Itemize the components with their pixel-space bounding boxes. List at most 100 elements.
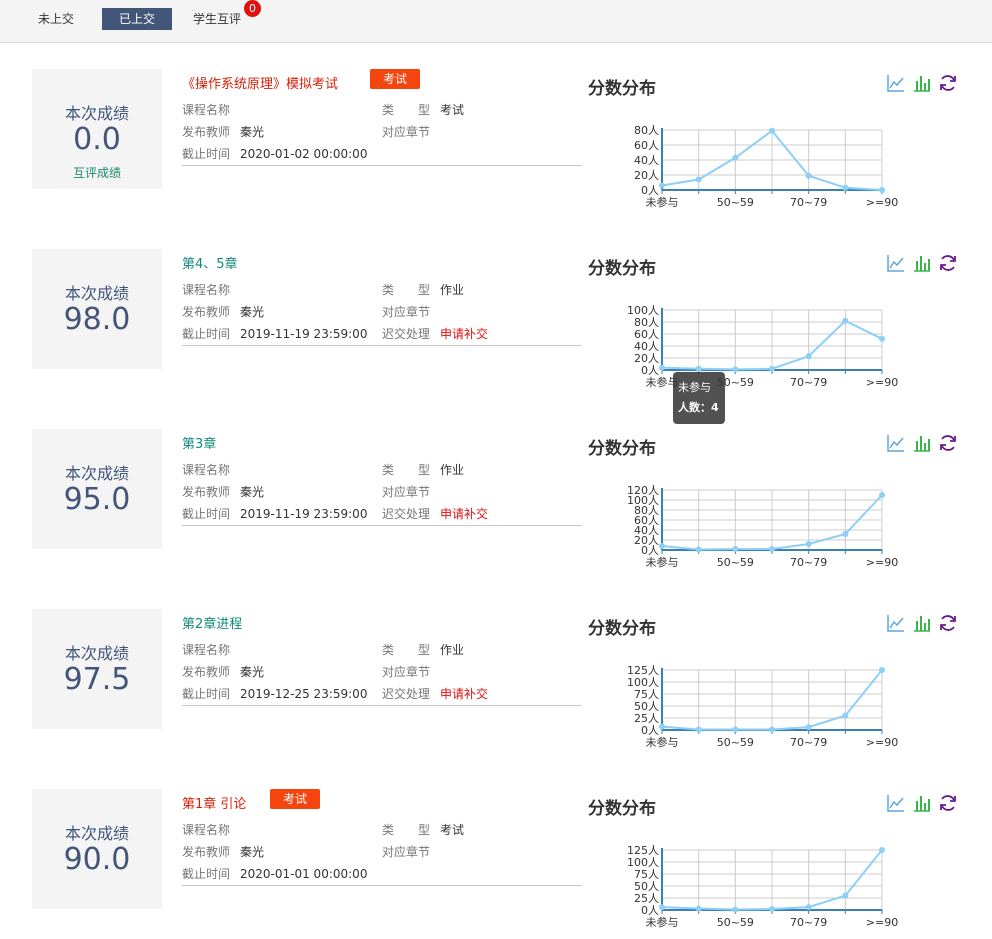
peer-score-link[interactable]: 互评成绩 — [32, 164, 162, 181]
bar-chart-icon[interactable] — [912, 613, 932, 633]
data-point — [842, 712, 849, 719]
field-label: 发布教师 — [182, 125, 231, 139]
y-tick-label: 20人 — [634, 352, 659, 365]
bar-chart-icon[interactable] — [912, 433, 932, 453]
x-tick-label: 未参与 — [646, 555, 679, 569]
field-label: 课程名称 — [182, 643, 231, 657]
score-box: 本次成绩 0.0 互评成绩 — [32, 69, 162, 189]
data-point — [695, 546, 702, 553]
x-tick-label: 70~79 — [790, 376, 827, 389]
data-point — [659, 364, 665, 371]
data-point — [805, 353, 812, 360]
score-distribution-chart[interactable]: 0人20人40人60人80人100人120人未参与 50~59 70~79 >=90 — [600, 479, 910, 574]
bar-chart-icon[interactable] — [912, 793, 932, 813]
chart-toolbar — [886, 613, 962, 635]
line-chart-icon[interactable] — [886, 433, 906, 453]
field-label: 类 型 — [382, 103, 431, 117]
x-tick-label: >=90 — [866, 916, 898, 929]
chart-toolbar — [886, 793, 962, 815]
assignment-card: 本次成绩 98.0 第4、5章 课程名称 类 型作业 发布教师 秦光 对应章节 截止时间 2019… — [0, 249, 992, 399]
info-row: 发布教师 秦光 对应章节 — [182, 124, 582, 140]
score-label: 本次成绩 — [64, 464, 129, 483]
tab-submitted[interactable]: 已上交 — [102, 8, 172, 30]
field-label: 截止时间 — [182, 687, 231, 701]
tab-peer-review[interactable]: 学生互评 — [193, 8, 241, 30]
line-chart-icon[interactable] — [886, 613, 906, 633]
field-value: 考试 — [440, 103, 465, 117]
info-row: 课程名称 类 型作业 — [182, 642, 582, 658]
score-label: 本次成绩 — [64, 284, 129, 303]
data-point — [732, 546, 739, 552]
bar-chart-icon[interactable] — [912, 73, 932, 93]
info-row: 发布教师 秦光 对应章节 — [182, 664, 582, 680]
assignment-title[interactable]: 《操作系统原理》模拟考试 — [182, 73, 338, 92]
field-value: 秦光 — [240, 125, 265, 139]
chart-title: 分数分布 — [588, 259, 656, 279]
score-box: 本次成绩 90.0 — [32, 789, 162, 909]
score-distribution-chart[interactable]: 0人25人50人75人100人125人未参与 50~59 70~79 >=90 — [600, 839, 910, 934]
assignment-info: 第3章 课程名称 类 型作业 发布教师 秦光 对应章节 截止时间 2019-11-19 23:… — [182, 429, 582, 526]
y-tick-label: 40人 — [634, 340, 659, 353]
field-label: 对应章节 — [382, 305, 431, 319]
y-tick-label: 80人 — [634, 124, 659, 137]
bar-chart-icon[interactable] — [912, 253, 932, 273]
assignment-title[interactable]: 第3章 — [182, 433, 216, 452]
field-label: 课程名称 — [182, 103, 231, 117]
score-distribution-chart[interactable]: 0人25人50人75人100人125人未参与 50~59 70~79 >=90 — [600, 659, 910, 754]
assignment-title[interactable]: 第4、5章 — [182, 253, 238, 272]
exam-tag: 考试 — [370, 69, 421, 89]
data-point — [695, 905, 702, 912]
field-label: 类 型 — [382, 283, 431, 297]
assignment-card: 本次成绩 95.0 第3章 课程名称 类 型作业 发布教师 秦光 对应章节 截止时间 2019-1… — [0, 429, 992, 579]
y-tick-label: 75人 — [634, 868, 659, 881]
y-tick-label: 60人 — [634, 328, 659, 341]
data-point — [732, 906, 739, 913]
refresh-icon[interactable] — [938, 433, 958, 453]
data-point — [732, 154, 739, 161]
field-label: 截止时间 — [182, 147, 231, 161]
line-chart-icon[interactable] — [886, 73, 906, 93]
field-value: 秦光 — [240, 305, 265, 319]
data-point — [732, 726, 739, 733]
field-value: 秦光 — [240, 845, 265, 859]
refresh-icon[interactable] — [938, 73, 958, 93]
field-label: 发布教师 — [182, 305, 231, 319]
field-label: 类 型 — [382, 823, 431, 837]
field-label: 课程名称 — [182, 283, 231, 297]
late-submit-link[interactable]: 申请补交 — [440, 326, 488, 342]
field-label: 迟交处理 — [382, 687, 431, 701]
field-value: 2020-01-02 00:00:00 — [240, 147, 368, 161]
score-value: 0.0 — [73, 122, 121, 157]
data-point — [805, 904, 812, 911]
field-value: 作业 — [440, 463, 465, 477]
info-row: 截止时间 2019-11-19 23:59:00 迟交处理 申请补交 — [182, 326, 582, 342]
assignment-title[interactable]: 第2章进程 — [182, 613, 242, 632]
x-tick-label: >=90 — [866, 736, 898, 749]
field-value: 秦光 — [240, 665, 265, 679]
data-point — [842, 317, 849, 324]
chart-toolbar — [886, 433, 962, 455]
refresh-icon[interactable] — [938, 793, 958, 813]
line-chart-icon[interactable] — [886, 253, 906, 273]
tab-not-submitted[interactable]: 未上交 — [38, 8, 74, 30]
info-row: 课程名称 类 型考试 — [182, 822, 582, 838]
score-distribution-chart[interactable]: 0人20人40人60人80人未参与 50~59 70~79 >=90 — [600, 119, 910, 214]
assignment-title[interactable]: 第1章 引论 — [182, 793, 246, 812]
x-tick-label: 50~59 — [717, 556, 754, 569]
data-point — [879, 187, 885, 193]
refresh-icon[interactable] — [938, 253, 958, 273]
y-tick-label: 80人 — [634, 316, 659, 329]
assignment-card: 本次成绩 0.0 互评成绩 《操作系统原理》模拟考试 考试 课程名称类 型考试 发布教师 秦光… — [0, 69, 992, 219]
field-value: 2019-12-25 23:59:00 — [240, 687, 368, 701]
field-value: 作业 — [440, 643, 465, 657]
y-tick-label: 60人 — [634, 139, 659, 152]
line-chart-icon[interactable] — [886, 793, 906, 813]
exam-tag: 考试 — [270, 789, 321, 809]
field-value: 2020-01-01 00:00:00 — [240, 867, 368, 881]
score-distribution-chart[interactable]: 0人20人40人60人80人100人未参与 50~59 70~79 >=90 — [600, 299, 910, 394]
late-submit-link[interactable]: 申请补交 — [440, 506, 488, 522]
late-submit-link[interactable]: 申请补交 — [440, 686, 488, 702]
refresh-icon[interactable] — [938, 613, 958, 633]
info-row: 截止时间 2020-01-02 00:00:00 — [182, 146, 582, 162]
x-tick-label: 70~79 — [790, 916, 827, 929]
